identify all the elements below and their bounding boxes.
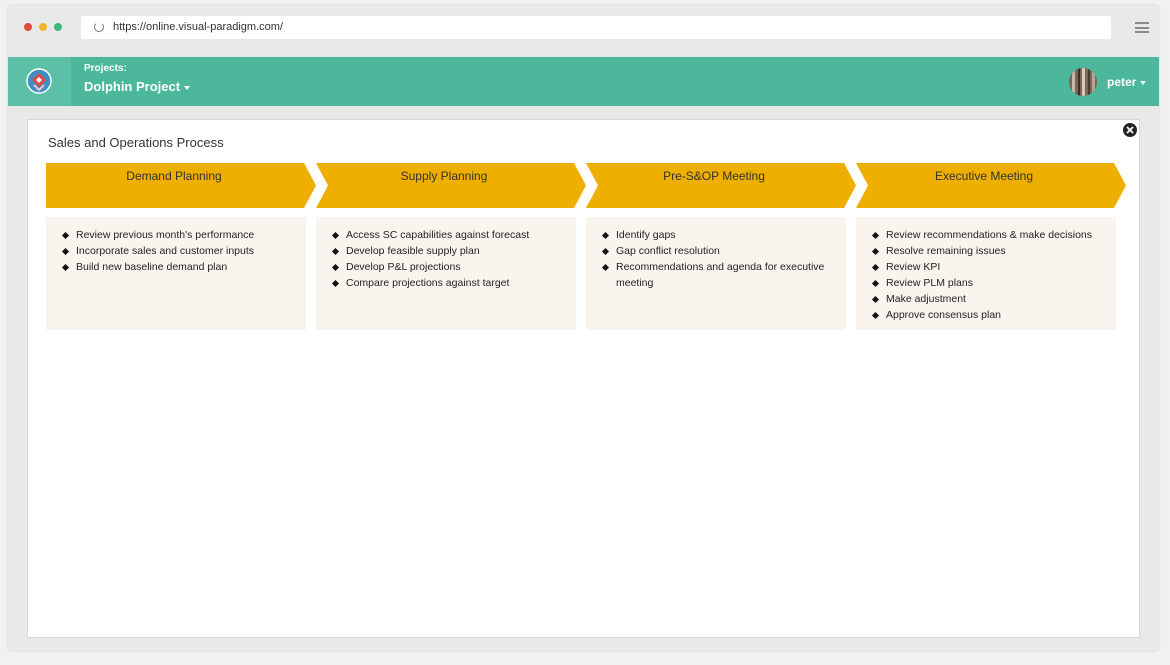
- close-window-dot[interactable]: [24, 23, 32, 31]
- stage-title: Pre-S&OP Meeting: [663, 169, 765, 183]
- chevron-down-icon: [1140, 80, 1147, 85]
- stage-task-list: Access SC capabilities against forecast D…: [316, 217, 576, 291]
- close-icon[interactable]: [1123, 123, 1137, 137]
- stage-task-list: Review recommendations & make decisions R…: [856, 217, 1116, 323]
- stage-task-item: Review PLM plans: [886, 275, 1116, 291]
- stage-details-box[interactable]: Review recommendations & make decisions R…: [856, 217, 1116, 330]
- projects-label: Projects:: [84, 63, 127, 74]
- project-name: Dolphin Project: [84, 79, 181, 94]
- stage-task-item: Gap conflict resolution: [616, 243, 846, 259]
- minimize-window-dot[interactable]: [39, 23, 47, 31]
- stage-task-item: Access SC capabilities against forecast: [346, 227, 576, 243]
- stage-task-item: Identify gaps: [616, 227, 846, 243]
- avatar[interactable]: [1069, 68, 1097, 96]
- user-menu[interactable]: peter: [1107, 75, 1147, 89]
- stage-task-item: Review previous month's performance: [76, 227, 306, 243]
- stage-details-box[interactable]: Identify gaps Gap conflict resolution Reco…: [586, 217, 846, 330]
- stage-title: Supply Planning: [400, 169, 488, 183]
- browser-window: https://online.visual-paradigm.com/ Proj…: [8, 5, 1159, 651]
- diagram-canvas[interactable]: Sales and Operations Process Demand Plan…: [27, 119, 1140, 638]
- chevron-down-icon: [184, 85, 191, 90]
- stage-task-item: Make adjustment: [886, 291, 1116, 307]
- stage-title: Executive Meeting: [934, 169, 1034, 183]
- url-text[interactable]: https://online.visual-paradigm.com/: [113, 21, 283, 33]
- maximize-window-dot[interactable]: [54, 23, 62, 31]
- stage-task-item: Approve consensus plan: [886, 307, 1116, 323]
- project-selector[interactable]: Dolphin Project: [84, 79, 191, 94]
- hamburger-menu-icon[interactable]: [1135, 22, 1149, 33]
- stage-details-box[interactable]: Review previous month's performance Incor…: [46, 217, 306, 330]
- stage-task-item: Compare projections against target: [346, 275, 576, 291]
- logo-icon: [26, 68, 52, 94]
- stage-task-list: Review previous month's performance Incor…: [46, 217, 306, 275]
- stage-task-item: Develop P&L projections: [346, 259, 576, 275]
- app-logo[interactable]: [8, 57, 71, 106]
- stage-task-item: Recommendations and agenda for executive…: [616, 259, 846, 291]
- address-bar[interactable]: https://online.visual-paradigm.com/: [81, 16, 1111, 39]
- diagram-title[interactable]: Sales and Operations Process: [48, 135, 224, 150]
- browser-chrome: https://online.visual-paradigm.com/: [8, 5, 1159, 57]
- username: peter: [1107, 75, 1137, 89]
- app-header: Projects: Dolphin Project peter: [8, 57, 1159, 106]
- stage-task-item: Build new baseline demand plan: [76, 259, 306, 275]
- stage-task-item: Incorporate sales and customer inputs: [76, 243, 306, 259]
- avatar-image-icon: [1069, 68, 1097, 96]
- stage-task-list: Identify gaps Gap conflict resolution Reco…: [586, 217, 846, 291]
- reload-icon[interactable]: [94, 22, 104, 32]
- stage-task-item: Resolve remaining issues: [886, 243, 1116, 259]
- stage-task-item: Develop feasible supply plan: [346, 243, 576, 259]
- stage-details-box[interactable]: Access SC capabilities against forecast D…: [316, 217, 576, 330]
- stage-task-item: Review KPI: [886, 259, 1116, 275]
- stage-task-item: Review recommendations & make decisions: [886, 227, 1116, 243]
- stage-title: Demand Planning: [126, 169, 222, 183]
